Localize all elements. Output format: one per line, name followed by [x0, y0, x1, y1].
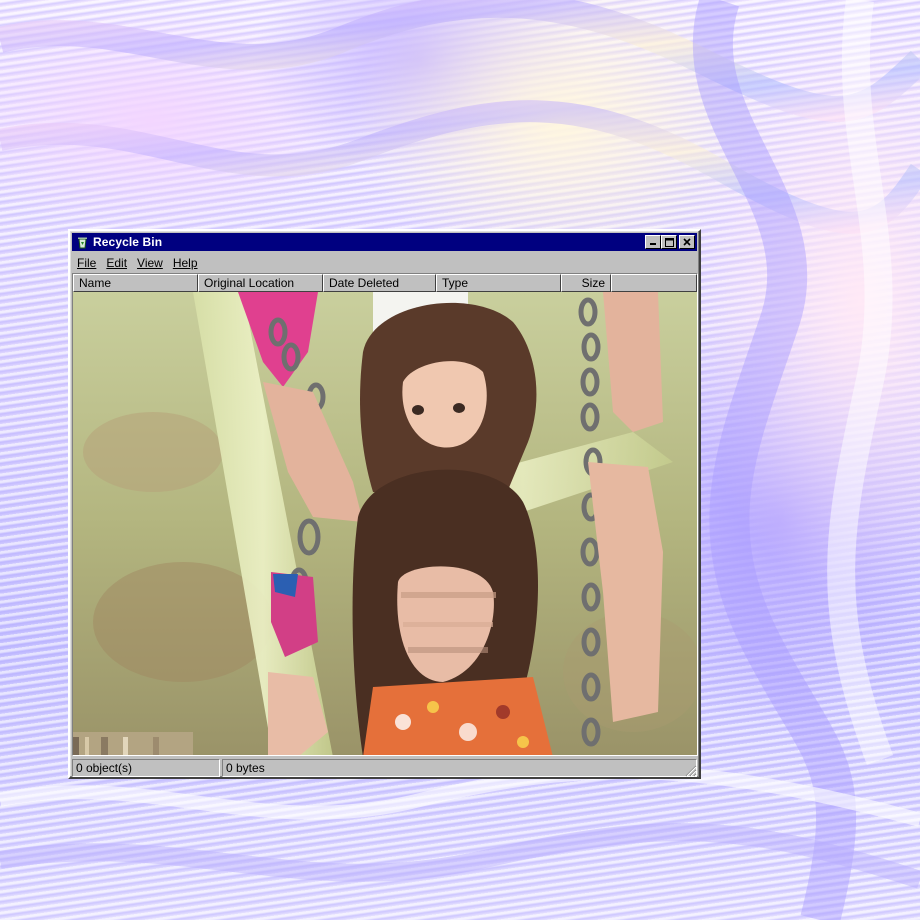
recycle-bin-window: Recycle Bin File Edit View Help Name Ori… — [68, 229, 701, 779]
close-icon — [683, 238, 691, 246]
window-title: Recycle Bin — [93, 235, 163, 249]
menu-file[interactable]: File — [72, 256, 101, 270]
menu-file-label: File — [77, 256, 97, 270]
maximize-button[interactable] — [661, 235, 677, 249]
glitched-photo — [73, 292, 697, 755]
menu-bar: File Edit View Help — [72, 253, 697, 273]
photo-illustration — [73, 292, 697, 755]
column-header-type[interactable]: Type — [436, 274, 561, 292]
column-header-size[interactable]: Size — [561, 274, 611, 292]
status-object-count: 0 object(s) — [72, 759, 220, 777]
menu-view[interactable]: View — [132, 256, 168, 270]
recycle-bin-icon — [75, 235, 89, 249]
minimize-icon — [650, 243, 656, 245]
status-bytes: 0 bytes — [222, 759, 697, 777]
menu-help[interactable]: Help — [168, 256, 203, 270]
menu-help-label: Help — [172, 256, 198, 270]
minimize-button[interactable] — [645, 235, 661, 249]
resize-grip-icon[interactable] — [683, 763, 697, 777]
column-header-date-deleted[interactable]: Date Deleted — [323, 274, 436, 292]
file-list-view[interactable]: Name Original Location Date Deleted Type… — [72, 273, 698, 756]
column-header-name[interactable]: Name — [73, 274, 198, 292]
status-bar: 0 object(s) 0 bytes — [72, 759, 697, 777]
title-bar[interactable]: Recycle Bin — [72, 233, 697, 251]
menu-edit[interactable]: Edit — [101, 256, 132, 270]
window-controls — [645, 235, 695, 249]
column-headers: Name Original Location Date Deleted Type… — [73, 274, 697, 292]
column-header-original-location[interactable]: Original Location — [198, 274, 323, 292]
menu-edit-label: Edit — [106, 256, 128, 270]
column-header-filler — [611, 274, 697, 292]
close-button[interactable] — [679, 235, 695, 249]
menu-view-label: View — [137, 256, 163, 270]
maximize-icon — [664, 237, 674, 247]
